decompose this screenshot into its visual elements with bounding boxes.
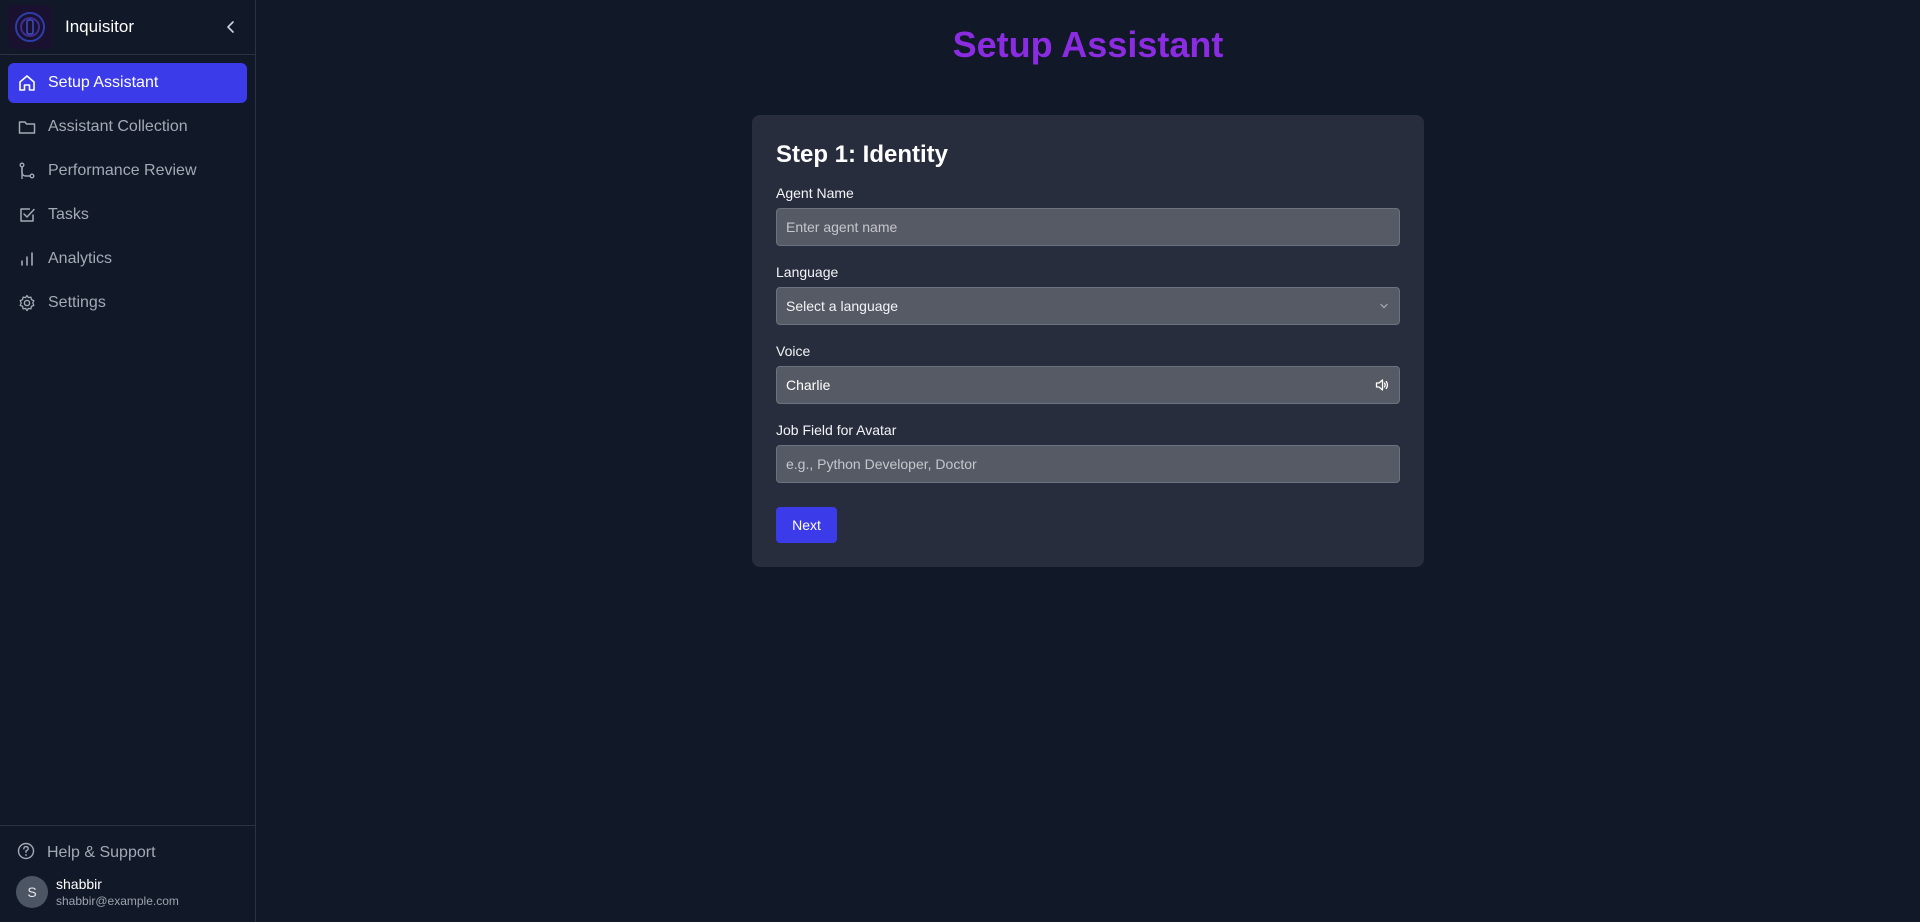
identity-step-card: Step 1: Identity Agent Name Language Sel… — [752, 115, 1424, 567]
sidebar-header: Inquisitor — [0, 0, 255, 55]
help-support-label: Help & Support — [47, 844, 156, 861]
sidebar-item-setup-assistant[interactable]: Setup Assistant — [8, 63, 247, 103]
sidebar-footer: Help & Support S shabbir shabbir@example… — [0, 825, 255, 922]
voice-select[interactable]: Charlie — [776, 366, 1400, 404]
language-select[interactable]: Select a language — [776, 287, 1400, 325]
agent-name-field: Agent Name — [776, 185, 1400, 246]
agent-name-input[interactable] — [776, 208, 1400, 246]
play-voice-button[interactable] — [1374, 377, 1390, 393]
app-name: Inquisitor — [65, 17, 134, 36]
bar-chart-icon — [17, 249, 37, 269]
help-circle-icon — [16, 841, 36, 866]
sidebar-item-label: Assistant Collection — [48, 118, 188, 135]
collapse-sidebar-button[interactable] — [217, 13, 245, 41]
sidebar-item-label: Tasks — [48, 206, 89, 223]
sidebar-item-assistant-collection[interactable]: Assistant Collection — [8, 107, 247, 147]
language-selected-value: Select a language — [786, 298, 899, 314]
speaker-icon — [1375, 379, 1389, 391]
sidebar-item-performance-review[interactable]: Performance Review — [8, 151, 247, 191]
user-info: shabbir shabbir@example.com — [56, 876, 179, 908]
app-root: Inquisitor Setup Assistant Assistant Col… — [0, 0, 1920, 922]
avatar: S — [16, 876, 48, 908]
sidebar: Inquisitor Setup Assistant Assistant Col… — [0, 0, 256, 922]
next-button[interactable]: Next — [776, 507, 837, 543]
check-square-icon — [17, 205, 37, 225]
language-label: Language — [776, 264, 839, 280]
job-field-input[interactable] — [776, 445, 1400, 483]
folder-icon — [17, 117, 37, 137]
job-field: Job Field for Avatar — [776, 422, 1400, 483]
sidebar-item-settings[interactable]: Settings — [8, 283, 247, 323]
sidebar-nav: Setup Assistant Assistant Collection Per… — [0, 55, 255, 331]
sidebar-item-label: Analytics — [48, 250, 113, 267]
user-profile[interactable]: S shabbir shabbir@example.com — [8, 868, 247, 908]
voice-field: Voice Charlie — [776, 343, 1400, 404]
agent-name-label: Agent Name — [776, 185, 854, 201]
chevron-down-icon — [1380, 303, 1388, 309]
main-content: Setup Assistant Step 1: Identity Agent N… — [256, 0, 1920, 922]
sidebar-item-label: Settings — [48, 294, 106, 311]
help-support-link[interactable]: Help & Support — [8, 838, 247, 868]
step-title: Step 1: Identity — [776, 141, 949, 168]
git-branch-icon — [17, 161, 37, 181]
app-logo — [8, 5, 52, 49]
page-title: Setup Assistant — [952, 24, 1224, 65]
gear-icon — [17, 293, 37, 313]
sidebar-item-label: Setup Assistant — [48, 74, 159, 91]
voice-value: Charlie — [786, 377, 831, 393]
voice-label: Voice — [776, 343, 811, 359]
sidebar-item-analytics[interactable]: Analytics — [8, 239, 247, 279]
sidebar-item-tasks[interactable]: Tasks — [8, 195, 247, 235]
user-name: shabbir — [56, 876, 102, 892]
home-icon — [17, 73, 37, 93]
sidebar-item-label: Performance Review — [48, 162, 197, 179]
language-field: Language Select a language — [776, 264, 1400, 325]
chevron-left-icon — [227, 21, 234, 33]
user-email: shabbir@example.com — [56, 894, 179, 908]
job-field-label: Job Field for Avatar — [776, 422, 897, 438]
